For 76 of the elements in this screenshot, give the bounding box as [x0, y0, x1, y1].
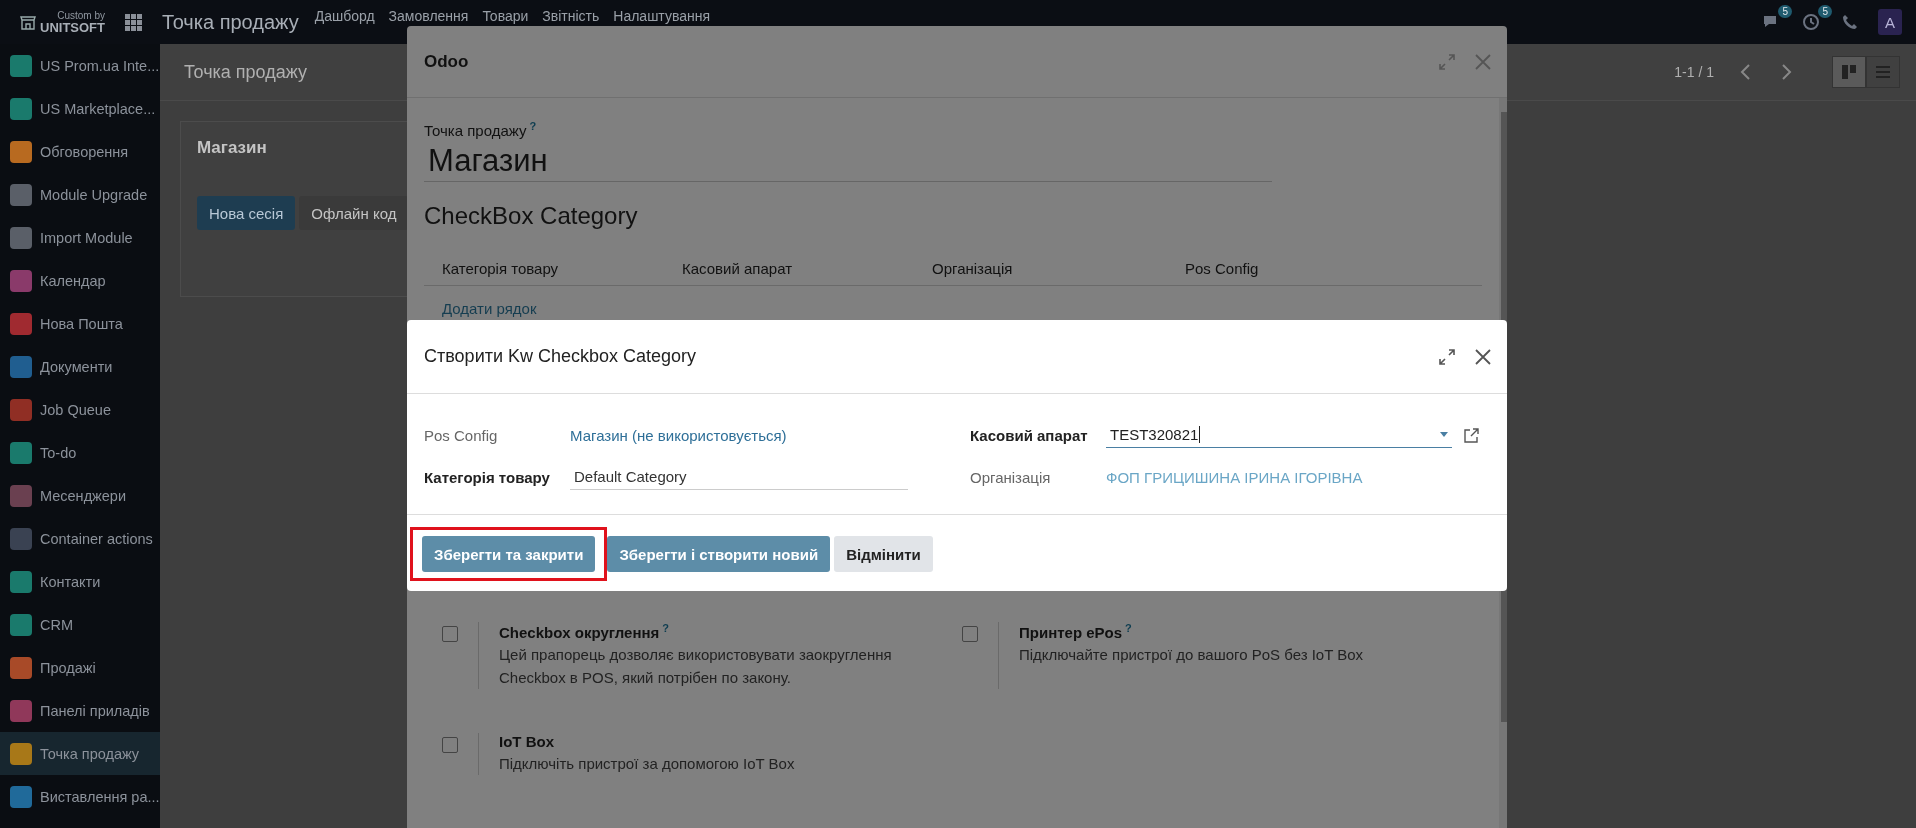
field-value: ФОП ГРИЦИШИНА ІРИНА ІГОРІВНА — [1106, 468, 1363, 486]
external-link-icon[interactable] — [1464, 427, 1479, 443]
setting-title: IoT Box — [499, 733, 555, 750]
sidebar-item[interactable]: Import Module — [0, 216, 160, 259]
field-label: Точка продажу $^{?}$ — [424, 120, 538, 139]
setting-description: Підключіть пристрої за допомогою IoT Box — [499, 754, 795, 774]
sidebar-item[interactable]: Виставлення ра... — [0, 775, 160, 818]
dialog-button[interactable]: Відмінити — [834, 536, 933, 572]
phone-icon[interactable] — [1842, 14, 1858, 30]
sidebar-item[interactable]: Контакти — [0, 560, 160, 603]
notification-badge: 5 — [1778, 5, 1792, 18]
brand-name: UNITSOFT — [40, 20, 105, 34]
expand-icon[interactable] — [1439, 348, 1455, 365]
brand-caption: Custom by — [57, 10, 105, 21]
field-label: Категорія товару — [424, 468, 551, 486]
sidebar-item[interactable]: Container actions — [0, 517, 160, 560]
section-title: CheckBox Category — [424, 202, 639, 230]
shop-icon[interactable] — [20, 14, 36, 30]
checkbox[interactable] — [962, 626, 978, 642]
brand-logo[interactable]: Custom by UNITSOFT — [20, 10, 105, 34]
field-label: Організація — [970, 468, 1052, 486]
sidebar-item[interactable]: Точка продажу — [0, 732, 160, 775]
sidebar-item[interactable]: Job Queue — [0, 388, 160, 431]
notification-badge: 5 — [1818, 5, 1832, 18]
column-header: Категорія товару — [442, 260, 560, 277]
field-label: Pos Config — [424, 426, 499, 444]
column-header: Касовий апарат — [682, 260, 794, 277]
menu-link[interactable]: Замовлення — [388, 8, 469, 24]
sidebar-item[interactable]: Module Upgrade — [0, 173, 160, 216]
record-link[interactable]: Магазин (не використовується) — [570, 426, 787, 444]
sidebar-item[interactable]: US Marketplace... — [0, 87, 160, 130]
menu-link[interactable]: Товари — [482, 8, 529, 24]
card-button[interactable]: Офлайн код — [299, 196, 409, 230]
list-view-button[interactable] — [1866, 56, 1900, 88]
pager-value: 1-1 / 1 — [1674, 64, 1714, 80]
clock-icon[interactable] — [1802, 13, 1822, 31]
checkbox[interactable] — [442, 737, 458, 753]
sidebar-item[interactable]: CRM — [0, 603, 160, 646]
setting-description: Цей прапорець дозволяє використовувати заокруглення Checkbox в POS, який потрібен по закону. — [499, 645, 893, 688]
column-header: Pos Config — [1185, 260, 1260, 277]
sidebar-item[interactable]: Панелі приладів — [0, 689, 160, 732]
menu-link[interactable]: Звітність — [542, 8, 600, 24]
select-field[interactable]: TEST320821 — [1106, 422, 1452, 448]
setting-description: Підключайте пристрої до вашого PoS без IoT Box — [1019, 645, 1364, 665]
input-field[interactable]: Default Category — [570, 464, 908, 490]
field-label: Касовий апарат — [970, 426, 1089, 444]
card-title: Магазин — [197, 138, 268, 158]
dialog-button[interactable]: Зберегти та закрити — [422, 536, 596, 572]
caret-icon[interactable] — [1440, 432, 1448, 437]
list-icon[interactable] — [1876, 65, 1890, 79]
sidebar-item[interactable]: Продажі — [0, 646, 160, 689]
menu-link[interactable]: Налаштування — [613, 8, 711, 24]
sidebar-item[interactable]: Обговорення — [0, 130, 160, 173]
dialog-title: Створити Kw Checkbox Category — [424, 346, 697, 367]
setting-title: Checkbox округлення $^{?}$ — [499, 622, 670, 641]
sidebar-item[interactable]: Документи — [0, 345, 160, 388]
setting-title: Принтер ePos $^{?}$ — [1019, 622, 1133, 641]
user-avatar[interactable]: A — [1878, 9, 1902, 35]
sidebar-item[interactable]: US Prom.ua Inte... — [0, 44, 160, 87]
kanban-view-button[interactable] — [1832, 56, 1866, 88]
menu-link[interactable]: Дашборд — [314, 8, 375, 24]
column-header: Організація — [932, 260, 1014, 277]
sidebar-item[interactable]: Месенджери — [0, 474, 160, 517]
sidebar-item[interactable]: To-do — [0, 431, 160, 474]
sidebar-item[interactable]: Календар — [0, 259, 160, 302]
breadcrumb-title: Точка продажу — [184, 61, 307, 83]
apps-menu-icon[interactable] — [125, 13, 142, 31]
checkbox[interactable] — [442, 626, 458, 642]
dialog-button[interactable]: Зберегти і створити новий — [607, 536, 831, 572]
kanban-icon[interactable] — [1842, 65, 1856, 79]
close-icon[interactable] — [1475, 348, 1491, 365]
app-title: Точка продажу — [162, 10, 299, 34]
sidebar-item[interactable]: Нова Пошта — [0, 302, 160, 345]
name-field[interactable]: Магазин — [424, 141, 1272, 182]
dialog-title: Odoo — [424, 51, 469, 72]
card-button[interactable]: Нова сесія — [197, 196, 296, 230]
